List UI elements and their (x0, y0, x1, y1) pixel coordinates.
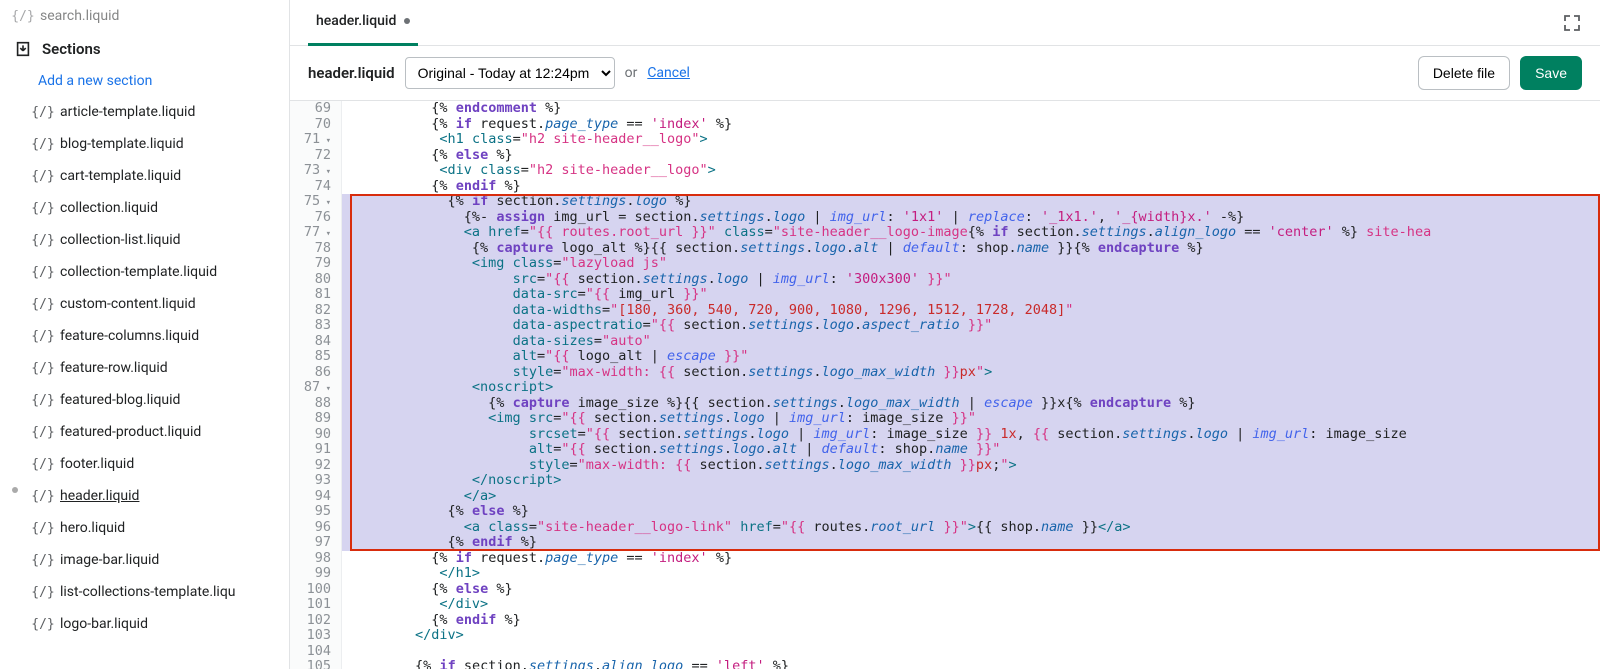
file-label: list-collections-template.liqu (60, 584, 236, 600)
sidebar-file[interactable]: {/} footer.liquid (28, 448, 281, 480)
sections-header-label: Sections (42, 40, 101, 58)
file-subbar: header.liquid Original - Today at 12:24p… (290, 46, 1600, 101)
sidebar-file[interactable]: {/} collection-template.liquid (28, 256, 281, 288)
sidebar-file[interactable]: {/} collection.liquid (28, 192, 281, 224)
sidebar-file[interactable]: {/} blog-template.liquid (28, 128, 281, 160)
code-icon: {/} (14, 7, 32, 25)
file-label: article-template.liquid (60, 104, 195, 120)
sidebar-file[interactable]: {/} featured-product.liquid (28, 416, 281, 448)
cancel-link[interactable]: Cancel (647, 65, 690, 81)
expand-icon[interactable] (1562, 13, 1582, 33)
sections-toggle[interactable]: Sections (8, 32, 281, 66)
code-icon: {/} (34, 455, 52, 473)
save-button[interactable]: Save (1520, 56, 1582, 90)
file-label: logo-bar.liquid (60, 616, 148, 632)
code-icon: {/} (34, 519, 52, 537)
modified-dot-icon (12, 487, 18, 493)
code-icon: {/} (34, 359, 52, 377)
file-title: header.liquid (308, 64, 395, 82)
code-icon: {/} (34, 199, 52, 217)
file-label: collection-template.liquid (60, 264, 217, 280)
file-label: header.liquid (60, 488, 139, 504)
file-label: collection-list.liquid (60, 232, 181, 248)
add-section-link[interactable]: Add a new section (8, 66, 281, 96)
sidebar-file[interactable]: {/} cart-template.liquid (28, 160, 281, 192)
main: header.liquid header.liquid Original - T… (290, 0, 1600, 669)
file-label: featured-blog.liquid (60, 392, 180, 408)
line-gutter: 6970717273747576777879808182838485868788… (290, 101, 342, 669)
code-icon: {/} (34, 551, 52, 569)
sidebar-file[interactable]: {/} article-template.liquid (28, 96, 281, 128)
sidebar-file-search[interactable]: {/} search.liquid (8, 0, 281, 32)
sidebar-file[interactable]: {/} featured-blog.liquid (28, 384, 281, 416)
sidebar-file[interactable]: {/} custom-content.liquid (28, 288, 281, 320)
code-icon: {/} (34, 231, 52, 249)
file-label: blog-template.liquid (60, 136, 184, 152)
file-label: feature-row.liquid (60, 360, 168, 376)
code-icon: {/} (34, 583, 52, 601)
sidebar-file[interactable]: {/} logo-bar.liquid (28, 608, 281, 640)
file-label: collection.liquid (60, 200, 158, 216)
file-label: image-bar.liquid (60, 552, 159, 568)
unsaved-dot-icon (404, 18, 410, 24)
sidebar-file[interactable]: {/} image-bar.liquid (28, 544, 281, 576)
sidebar-file[interactable]: {/} list-collections-template.liqu (28, 576, 281, 608)
code-icon: {/} (34, 487, 52, 505)
code-icon: {/} (34, 295, 52, 313)
code-icon: {/} (34, 391, 52, 409)
code-icon: {/} (34, 327, 52, 345)
code-icon: {/} (34, 263, 52, 281)
tabbar: header.liquid (290, 0, 1600, 46)
file-label: hero.liquid (60, 520, 125, 536)
file-label: custom-content.liquid (60, 296, 196, 312)
code-editor[interactable]: 6970717273747576777879808182838485868788… (290, 101, 1600, 669)
sidebar-file[interactable]: {/} collection-list.liquid (28, 224, 281, 256)
sidebar-file[interactable]: {/} hero.liquid (28, 512, 281, 544)
code-icon: {/} (34, 615, 52, 633)
sidebar: {/} search.liquid Sections Add a new sec… (0, 0, 290, 669)
file-label: cart-template.liquid (60, 168, 181, 184)
sidebar-file[interactable]: {/} feature-row.liquid (28, 352, 281, 384)
sidebar-file[interactable]: {/} feature-columns.liquid (28, 320, 281, 352)
code-icon: {/} (34, 103, 52, 121)
or-label: or (625, 65, 638, 81)
file-label: search.liquid (40, 8, 119, 24)
code-icon: {/} (34, 167, 52, 185)
file-label: featured-product.liquid (60, 424, 201, 440)
sidebar-file[interactable]: {/} header.liquid (28, 480, 281, 512)
download-icon (14, 40, 32, 58)
file-label: footer.liquid (60, 456, 134, 472)
tab-header-liquid[interactable]: header.liquid (308, 0, 418, 46)
code-icon: {/} (34, 423, 52, 441)
file-label: feature-columns.liquid (60, 328, 199, 344)
code-icon: {/} (34, 135, 52, 153)
tab-label: header.liquid (316, 13, 396, 29)
version-select[interactable]: Original - Today at 12:24pm (405, 57, 615, 89)
code-area[interactable]: {% endcomment %} {% if request.page_type… (342, 101, 1600, 669)
delete-file-button[interactable]: Delete file (1418, 56, 1510, 90)
